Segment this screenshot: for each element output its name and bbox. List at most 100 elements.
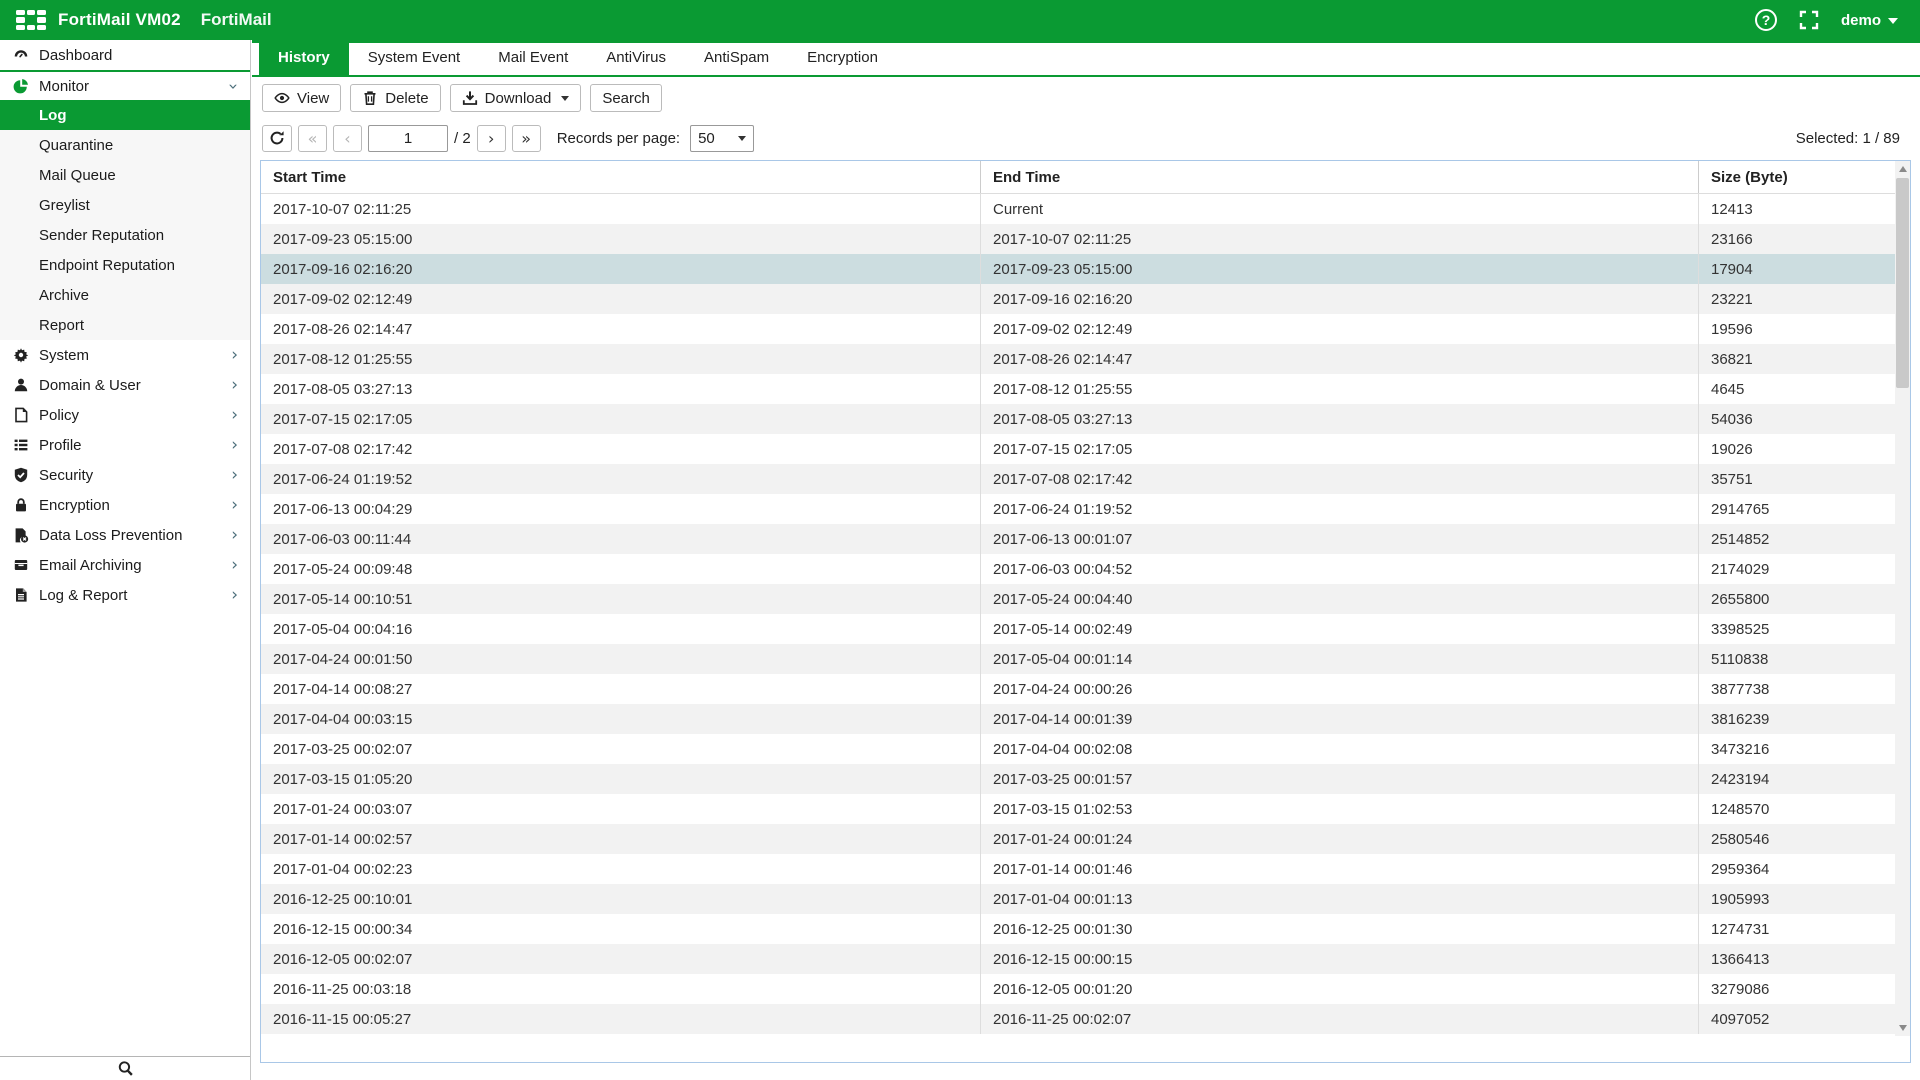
table-row[interactable]: 2017-04-14 00:08:272017-04-24 00:00:2638… <box>261 674 1895 704</box>
page-total-label: / 2 <box>454 130 471 147</box>
page-x-icon <box>11 527 30 543</box>
table-row[interactable]: 2017-04-04 00:03:152017-04-14 00:01:3938… <box>261 704 1895 734</box>
cell-start-time: 2017-05-24 00:09:48 <box>261 554 981 584</box>
chevron-right-icon: › <box>231 347 238 364</box>
table-row[interactable]: 2016-11-15 00:05:272016-11-25 00:02:0740… <box>261 1004 1895 1034</box>
table-row[interactable]: 2016-12-15 00:00:342016-12-25 00:01:3012… <box>261 914 1895 944</box>
sidebar-item-label: Security <box>39 467 93 484</box>
sidebar-subitem-endpoint-reputation[interactable]: Endpoint Reputation <box>0 250 250 280</box>
cell-end-time: 2017-04-04 00:02:08 <box>981 734 1699 764</box>
cell-start-time: 2017-04-04 00:03:15 <box>261 704 981 734</box>
table-row[interactable]: 2017-01-24 00:03:072017-03-15 01:02:5312… <box>261 794 1895 824</box>
cell-end-time: 2017-03-25 00:01:57 <box>981 764 1699 794</box>
table-row[interactable]: 2017-09-02 02:12:492017-09-16 02:16:2023… <box>261 284 1895 314</box>
download-button[interactable]: Download <box>450 84 582 112</box>
sidebar-item-log-report[interactable]: Log & Report› <box>0 580 250 610</box>
records-per-page-select[interactable]: 50 <box>690 125 754 152</box>
scroll-down-icon[interactable] <box>1895 1020 1910 1036</box>
selected-count-label: Selected: 1 / 89 <box>1796 130 1900 147</box>
column-header-size[interactable]: Size (Byte) <box>1699 161 1895 193</box>
delete-button[interactable]: Delete <box>350 84 440 112</box>
fullscreen-icon[interactable] <box>1799 10 1819 30</box>
table-row[interactable]: 2016-12-05 00:02:072016-12-15 00:00:1513… <box>261 944 1895 974</box>
cell-start-time: 2017-06-03 00:11:44 <box>261 524 981 554</box>
table-row[interactable]: 2016-12-25 00:10:012017-01-04 00:01:1319… <box>261 884 1895 914</box>
table-scrollbar[interactable] <box>1895 161 1910 1036</box>
chevron-right-icon: › <box>231 467 238 484</box>
sidebar-item-system[interactable]: System› <box>0 340 250 370</box>
sidebar-item-label: Dashboard <box>39 47 112 64</box>
sidebar-item-monitor[interactable]: Monitor› <box>0 70 250 100</box>
sidebar-item-encryption[interactable]: Encryption› <box>0 490 250 520</box>
sidebar-item-dashboard[interactable]: Dashboard <box>0 40 250 70</box>
cell-start-time: 2017-08-26 02:14:47 <box>261 314 981 344</box>
gauge-icon <box>11 47 30 63</box>
sidebar-subitem-quarantine[interactable]: Quarantine <box>0 130 250 160</box>
sidebar-subitem-sender-reputation[interactable]: Sender Reputation <box>0 220 250 250</box>
tab-antispam[interactable]: AntiSpam <box>685 41 788 75</box>
next-page-button[interactable]: › <box>477 125 506 152</box>
tab-antivirus[interactable]: AntiVirus <box>587 41 685 75</box>
sidebar-item-domain-user[interactable]: Domain & User› <box>0 370 250 400</box>
cell-end-time: 2016-11-25 00:02:07 <box>981 1004 1699 1034</box>
sidebar-item-security[interactable]: Security › <box>0 460 250 490</box>
download-icon <box>462 90 478 106</box>
lock-icon <box>11 497 30 513</box>
refresh-button[interactable] <box>262 125 292 152</box>
table-row[interactable]: 2017-08-05 03:27:132017-08-12 01:25:5546… <box>261 374 1895 404</box>
sidebar-subitem-report[interactable]: Report <box>0 310 250 340</box>
scrollbar-thumb[interactable] <box>1896 178 1909 388</box>
sidebar-subitem-archive[interactable]: Archive <box>0 280 250 310</box>
page-number-input[interactable] <box>368 125 448 152</box>
prev-page-button[interactable]: ‹ <box>333 125 362 152</box>
table-row[interactable]: 2017-09-16 02:16:202017-09-23 05:15:0017… <box>261 254 1895 284</box>
table-row[interactable]: 2017-01-04 00:02:232017-01-14 00:01:4629… <box>261 854 1895 884</box>
table-row[interactable]: 2017-10-07 02:11:25Current12413 <box>261 194 1895 224</box>
sidebar-item-profile[interactable]: Profile› <box>0 430 250 460</box>
sidebar-item-data-loss-prevention[interactable]: Data Loss Prevention› <box>0 520 250 550</box>
help-icon[interactable]: ? <box>1755 9 1777 31</box>
table-row[interactable]: 2017-05-14 00:10:512017-05-24 00:04:4026… <box>261 584 1895 614</box>
chevron-right-icon: › <box>231 587 238 604</box>
sidebar-item-email-archiving[interactable]: Email Archiving› <box>0 550 250 580</box>
fortinet-logo-icon <box>16 10 46 31</box>
sidebar-item-policy[interactable]: Policy› <box>0 400 250 430</box>
table-row[interactable]: 2017-05-24 00:09:482017-06-03 00:04:5221… <box>261 554 1895 584</box>
sidebar-subitem-log[interactable]: Log <box>0 100 250 130</box>
tab-system-event[interactable]: System Event <box>349 41 480 75</box>
user-menu[interactable]: demo <box>1841 12 1898 29</box>
table-row[interactable]: 2017-07-15 02:17:052017-08-05 03:27:1354… <box>261 404 1895 434</box>
pagination-bar: « ‹ / 2 › » Records per page: 50 Selecte… <box>252 119 1920 157</box>
view-button[interactable]: View <box>262 84 341 112</box>
table-row[interactable]: 2017-08-26 02:14:472017-09-02 02:12:4919… <box>261 314 1895 344</box>
tab-history[interactable]: History <box>259 41 349 75</box>
table-row[interactable]: 2017-09-23 05:15:002017-10-07 02:11:2523… <box>261 224 1895 254</box>
search-button[interactable]: Search <box>590 84 662 112</box>
last-page-button[interactable]: » <box>512 125 541 152</box>
table-row[interactable]: 2017-04-24 00:01:502017-05-04 00:01:1451… <box>261 644 1895 674</box>
cell-start-time: 2017-07-08 02:17:42 <box>261 434 981 464</box>
table-row[interactable]: 2017-07-08 02:17:422017-07-15 02:17:0519… <box>261 434 1895 464</box>
sidebar-search-button[interactable] <box>0 1056 250 1080</box>
table-row[interactable]: 2017-06-13 00:04:292017-06-24 01:19:5229… <box>261 494 1895 524</box>
column-header-end-time[interactable]: End Time <box>981 161 1699 193</box>
cell-size: 1905993 <box>1699 884 1895 914</box>
table-row[interactable]: 2017-06-03 00:11:442017-06-13 00:01:0725… <box>261 524 1895 554</box>
table-row[interactable]: 2017-03-15 01:05:202017-03-25 00:01:5724… <box>261 764 1895 794</box>
table-row[interactable]: 2017-08-12 01:25:552017-08-26 02:14:4736… <box>261 344 1895 374</box>
shield-check-icon <box>11 467 30 483</box>
table-row[interactable]: 2017-01-14 00:02:572017-01-24 00:01:2425… <box>261 824 1895 854</box>
tab-encryption[interactable]: Encryption <box>788 41 897 75</box>
table-row[interactable]: 2017-06-24 01:19:522017-07-08 02:17:4235… <box>261 464 1895 494</box>
table-row[interactable]: 2017-03-25 00:02:072017-04-04 00:02:0834… <box>261 734 1895 764</box>
tab-mail-event[interactable]: Mail Event <box>479 41 587 75</box>
cell-end-time: 2017-09-16 02:16:20 <box>981 284 1699 314</box>
table-row[interactable]: 2016-11-25 00:03:182016-12-05 00:01:2032… <box>261 974 1895 1004</box>
column-header-start-time[interactable]: Start Time <box>261 161 981 193</box>
scroll-up-icon[interactable] <box>1895 161 1910 177</box>
eye-icon <box>274 90 290 106</box>
first-page-button[interactable]: « <box>298 125 327 152</box>
table-row[interactable]: 2017-05-04 00:04:162017-05-14 00:02:4933… <box>261 614 1895 644</box>
sidebar-subitem-mail-queue[interactable]: Mail Queue <box>0 160 250 190</box>
sidebar-subitem-greylist[interactable]: Greylist <box>0 190 250 220</box>
